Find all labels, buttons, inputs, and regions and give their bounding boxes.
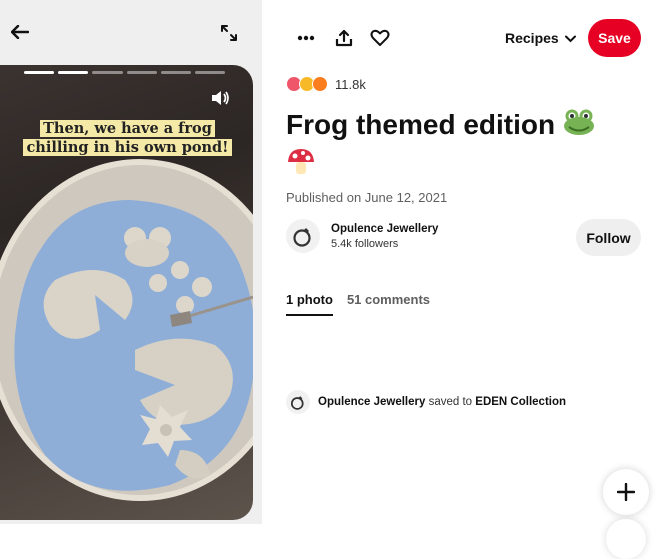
reaction-count: 11.8k <box>335 76 366 92</box>
plus-icon <box>617 483 635 501</box>
mushroom-emoji-icon <box>286 146 316 186</box>
avatar[interactable] <box>286 390 310 414</box>
progress-segment <box>58 71 89 74</box>
pin-tabs: 1 photo 51 comments <box>286 292 430 316</box>
tab-comments[interactable]: 51 comments <box>347 292 430 316</box>
help-button[interactable] <box>606 519 646 559</box>
expand-icon[interactable] <box>218 22 240 44</box>
media-caption: Then, we have a frog chilling in his own… <box>20 119 235 157</box>
media-pane: Then, we have a frog chilling in his own… <box>0 0 262 524</box>
pin-image[interactable]: Then, we have a frog chilling in his own… <box>0 65 253 520</box>
share-icon[interactable] <box>332 26 356 50</box>
activity-board[interactable]: EDEN Collection <box>475 396 566 408</box>
avatar[interactable] <box>286 219 320 253</box>
follow-button[interactable]: Follow <box>576 219 641 256</box>
creator-name[interactable]: Opulence Jewellery <box>331 223 438 235</box>
activity-user[interactable]: Opulence Jewellery <box>318 396 425 408</box>
pin-title: Frog themed edition <box>286 106 636 186</box>
story-progress <box>24 71 226 75</box>
board-selector[interactable]: Recipes <box>505 27 576 49</box>
back-arrow-icon[interactable] <box>9 21 31 43</box>
add-button[interactable] <box>603 469 649 515</box>
surprise-reaction-icon <box>312 76 328 92</box>
progress-segment <box>92 71 123 74</box>
progress-segment <box>160 71 191 74</box>
save-activity: Opulence Jewellery saved to EDEN Collect… <box>286 390 566 414</box>
volume-icon[interactable] <box>210 90 232 108</box>
reactions-summary[interactable]: 11.8k <box>286 76 366 92</box>
ring-logo-icon <box>293 228 311 247</box>
progress-segment <box>24 71 55 74</box>
creator-profile[interactable]: Opulence Jewellery 5.4k followers <box>286 219 438 253</box>
follower-count: 5.4k followers <box>331 237 399 250</box>
published-date: Published on June 12, 2021 <box>286 190 448 205</box>
frog-emoji-icon <box>563 108 595 146</box>
chevron-down-icon <box>564 30 576 46</box>
tab-photos[interactable]: 1 photo <box>286 292 333 316</box>
ring-logo-icon <box>290 396 304 410</box>
caption-text: Then, we have a frog chilling in his own… <box>23 120 232 156</box>
board-selector-label: Recipes <box>505 30 559 46</box>
more-options-icon[interactable] <box>294 26 318 50</box>
save-button[interactable]: Save <box>588 19 641 57</box>
activity-action: saved to <box>428 396 473 408</box>
pin-title-text: Frog themed edition <box>286 109 556 140</box>
progress-segment <box>126 71 157 74</box>
progress-segment <box>194 71 226 74</box>
heart-icon[interactable] <box>368 26 392 50</box>
